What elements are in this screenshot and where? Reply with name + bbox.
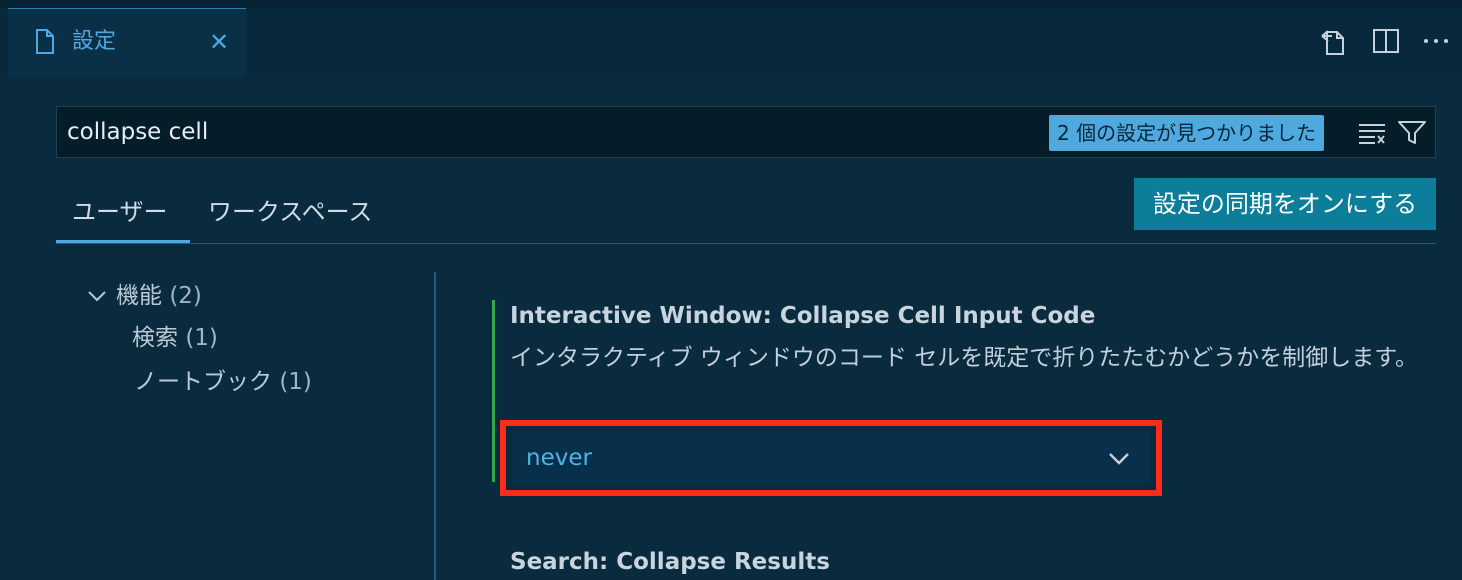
editor-actions	[1320, 26, 1450, 56]
settings-search-input[interactable]	[57, 107, 1037, 157]
toc-label: 検索	[132, 325, 178, 351]
tab-label: 設定	[72, 29, 117, 54]
file-icon	[36, 29, 54, 54]
select-value: never	[526, 445, 592, 471]
open-settings-json-icon[interactable]	[1320, 26, 1350, 56]
highlight-box: never	[500, 420, 1162, 496]
toc-count: (1)	[185, 325, 218, 351]
collapse-cell-input-code-select[interactable]: never	[512, 432, 1150, 484]
chevron-down-icon	[1109, 453, 1129, 465]
filter-icon[interactable]	[1397, 119, 1427, 147]
toc-item-notebook[interactable]: ノートブック (1)	[134, 366, 312, 398]
settings-table-of-contents: 機能 (2) 検索 (1) ノートブック (1)	[56, 272, 436, 580]
tab-workspace[interactable]: ワークスペース	[208, 196, 372, 228]
setting-description: インタラクティブ ウィンドウのコード セルを既定で折りたたむかどうかを制御します…	[510, 345, 1418, 371]
active-tab-indicator	[56, 240, 190, 243]
tab-user[interactable]: ユーザー	[72, 196, 168, 228]
editor-tab-bar: 設定 ✕	[0, 0, 1462, 76]
setting-title: Interactive Window: Collapse Cell Input …	[510, 303, 1096, 329]
chevron-down-icon	[88, 291, 106, 302]
toc-item-features[interactable]: 機能 (2)	[86, 280, 202, 312]
setting-title-search-collapse-results: Search: Collapse Results	[510, 549, 830, 575]
split-editor-icon[interactable]	[1372, 27, 1400, 55]
clear-search-icon[interactable]	[1357, 119, 1387, 147]
settings-editor: 2 個の設定が見つかりました ユーザー ワークスペース 設定の同期をオンにする …	[8, 76, 1462, 580]
toc-count: (2)	[169, 283, 202, 309]
modified-indicator	[492, 300, 495, 482]
result-count-badge: 2 個の設定が見つかりました	[1049, 115, 1325, 151]
tab-settings[interactable]: 設定 ✕	[8, 8, 246, 76]
toc-label: ノートブック	[134, 369, 272, 395]
settings-search-box: 2 個の設定が見つかりました	[56, 106, 1436, 158]
setting-interactive-window-collapse-cell-input-code: Interactive Window: Collapse Cell Input …	[492, 300, 1432, 496]
close-icon[interactable]: ✕	[206, 29, 232, 55]
toc-item-search[interactable]: 検索 (1)	[132, 322, 218, 354]
more-actions-icon[interactable]	[1422, 27, 1450, 55]
toc-count: (1)	[279, 369, 312, 395]
turn-on-settings-sync-button[interactable]: 設定の同期をオンにする	[1134, 178, 1436, 230]
toc-label: 機能	[116, 283, 162, 309]
